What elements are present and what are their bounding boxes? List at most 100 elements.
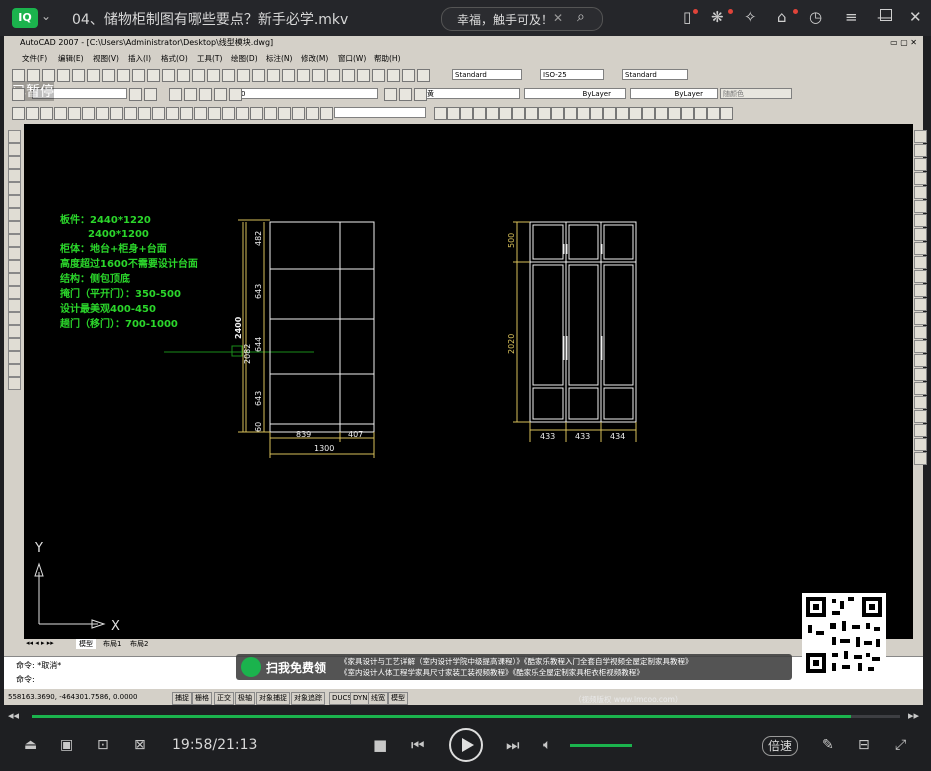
toolbar-tool-icon[interactable] <box>42 69 55 82</box>
layer-tool-icon[interactable] <box>184 88 197 101</box>
view-tool-icon[interactable] <box>590 107 603 120</box>
view-tool-icon[interactable] <box>616 107 629 120</box>
view-tool-icon[interactable] <box>642 107 655 120</box>
view-tool-icon[interactable] <box>194 107 207 120</box>
snap-toggle[interactable]: 捕捉 <box>172 692 192 705</box>
view-tool-icon[interactable] <box>12 107 25 120</box>
view-tool-icon[interactable] <box>460 107 473 120</box>
volume-slider[interactable] <box>570 744 633 747</box>
menu-edit[interactable]: 编辑(E) <box>58 53 84 64</box>
command-prompt[interactable]: 命令: <box>16 674 35 685</box>
modify-tool-icon[interactable] <box>914 326 927 339</box>
view-tool-icon[interactable] <box>320 107 333 120</box>
draw-tool-icon[interactable] <box>8 221 21 234</box>
modify-tool-icon[interactable] <box>914 312 927 325</box>
menu-format[interactable]: 格式(O) <box>161 53 188 64</box>
tab-layout2[interactable]: 布局2 <box>127 639 151 649</box>
toolbar-tool-icon[interactable] <box>417 69 430 82</box>
view-tool-icon[interactable] <box>264 107 277 120</box>
view-tool-icon[interactable] <box>538 107 551 120</box>
view-tool-icon[interactable] <box>694 107 707 120</box>
view-tool-icon[interactable] <box>278 107 291 120</box>
toolbar-tool-icon[interactable] <box>12 69 25 82</box>
layer-tool-icon[interactable] <box>129 88 142 101</box>
toolbar-tool-icon[interactable] <box>297 69 310 82</box>
menu-file[interactable]: 文件(F) <box>22 53 47 64</box>
grid-toggle[interactable]: 栅格 <box>192 692 212 705</box>
view-tool-icon[interactable] <box>54 107 67 120</box>
view-tool-icon[interactable] <box>655 107 668 120</box>
modify-tool-icon[interactable] <box>914 340 927 353</box>
draw-tool-icon[interactable] <box>8 377 21 390</box>
toolbox-icon[interactable]: ⊟ <box>858 737 870 753</box>
view-tool-icon[interactable] <box>473 107 486 120</box>
draw-tool-icon[interactable] <box>8 286 21 299</box>
modify-tool-icon[interactable] <box>914 438 927 451</box>
drawing-canvas[interactable]: 板件：2440*1220 2400*1200 柜体：地台+柜身+台面 高度超过1… <box>24 124 913 639</box>
clock-icon[interactable]: ◷ <box>809 8 822 26</box>
toolbar-tool-icon[interactable] <box>102 69 115 82</box>
toolbar-tool-icon[interactable] <box>387 69 400 82</box>
menu-tools[interactable]: 工具(T) <box>197 53 222 64</box>
view-tool-icon[interactable] <box>629 107 642 120</box>
modify-tool-icon[interactable] <box>914 242 927 255</box>
fast-forward-icon[interactable]: ▸▸ <box>908 709 919 722</box>
view-tool-icon[interactable] <box>96 107 109 120</box>
menu-draw[interactable]: 绘图(D) <box>231 53 258 64</box>
osnap-toggle[interactable]: 对象捕捉 <box>256 692 290 705</box>
toolbar-tool-icon[interactable] <box>282 69 295 82</box>
mouse-icon[interactable]: ✎ <box>822 737 834 753</box>
menu-icon[interactable]: ≡ <box>845 8 858 26</box>
draw-tool-icon[interactable] <box>8 247 21 260</box>
promo-banner[interactable]: 扫我免费领 《家具设计与工艺详解（室内设计学院中级提高课程）》《酷家乐教程入门全… <box>236 654 792 680</box>
toolbar-tool-icon[interactable] <box>132 69 145 82</box>
maximize-icon[interactable] <box>880 9 892 21</box>
toolbar-tool-icon[interactable] <box>57 69 70 82</box>
view-tool-icon[interactable] <box>306 107 319 120</box>
menu-help[interactable]: 帮助(H) <box>374 53 401 64</box>
search-box[interactable]: 幸福，触手可及！ ✕ ⌕ <box>441 7 603 31</box>
color-select[interactable]: 黄 <box>424 88 520 99</box>
modify-tool-icon[interactable] <box>914 368 927 381</box>
eject-icon[interactable]: ⏏ <box>24 737 37 753</box>
layer-tool-icon[interactable] <box>144 88 157 101</box>
layer-tool-icon[interactable] <box>399 88 412 101</box>
view-tool-icon[interactable] <box>292 107 305 120</box>
toolbar-tool-icon[interactable] <box>177 69 190 82</box>
speed-button[interactable]: 倍速 <box>762 736 798 756</box>
view-tool-icon[interactable] <box>40 107 53 120</box>
layer-select[interactable]: 0 <box>238 88 378 99</box>
view-tool-icon[interactable] <box>486 107 499 120</box>
ortho-toggle[interactable]: 正交 <box>214 692 234 705</box>
draw-tool-icon[interactable] <box>8 130 21 143</box>
menu-modify[interactable]: 修改(M) <box>301 53 328 64</box>
toolbar-tool-icon[interactable] <box>162 69 175 82</box>
model-toggle[interactable]: 模型 <box>388 692 408 705</box>
view-tool-icon[interactable] <box>512 107 525 120</box>
view-tool-icon[interactable] <box>166 107 179 120</box>
draw-tool-icon[interactable] <box>8 351 21 364</box>
rewind-icon[interactable]: ◂◂ <box>8 709 19 722</box>
menu-insert[interactable]: 插入(I) <box>128 53 151 64</box>
draw-tool-icon[interactable] <box>8 338 21 351</box>
draw-tool-icon[interactable] <box>8 260 21 273</box>
layer-tool-icon[interactable] <box>12 88 25 101</box>
layer-tool-icon[interactable] <box>229 88 242 101</box>
toolbar-tool-icon[interactable] <box>342 69 355 82</box>
toolbar-tool-icon[interactable] <box>207 69 220 82</box>
draw-tool-icon[interactable] <box>8 182 21 195</box>
toolbar-tool-icon[interactable] <box>252 69 265 82</box>
modify-tool-icon[interactable] <box>914 158 927 171</box>
view-tool-icon[interactable] <box>180 107 193 120</box>
layer-tool-icon[interactable] <box>199 88 212 101</box>
modify-tool-icon[interactable] <box>914 228 927 241</box>
view-tool-icon[interactable] <box>707 107 720 120</box>
danmaku-icon[interactable]: ⊠ <box>134 737 146 753</box>
modify-tool-icon[interactable] <box>914 396 927 409</box>
toolbar-tool-icon[interactable] <box>87 69 100 82</box>
table-style-select[interactable]: Standard <box>622 69 688 80</box>
view-tool-icon[interactable] <box>68 107 81 120</box>
layer-tool-icon[interactable] <box>214 88 227 101</box>
draw-tool-icon[interactable] <box>8 325 21 338</box>
toolbar-tool-icon[interactable] <box>357 69 370 82</box>
